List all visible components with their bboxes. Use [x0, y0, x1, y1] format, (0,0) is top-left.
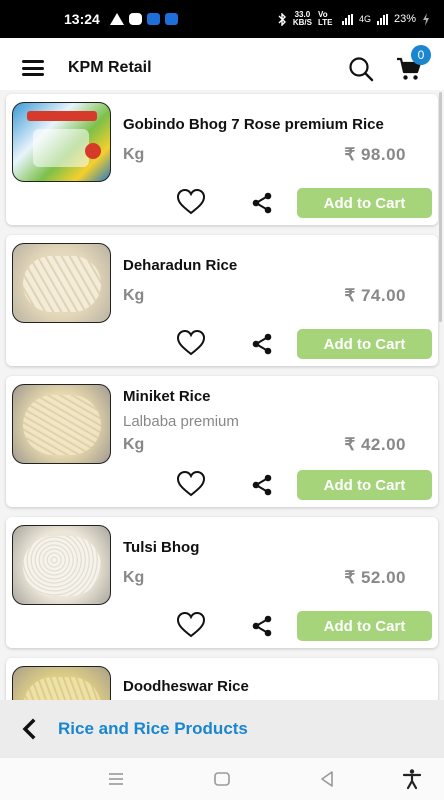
- accessibility-icon[interactable]: [401, 768, 423, 790]
- app-notification-icon: [128, 13, 142, 25]
- product-name[interactable]: Miniket Rice: [123, 388, 211, 405]
- cell-signal-icon: [376, 13, 388, 25]
- product-name[interactable]: Deharadun Rice: [123, 257, 237, 274]
- product-name[interactable]: Gobindo Bhog 7 Rose premium Rice: [123, 116, 384, 133]
- share-icon[interactable]: [250, 473, 274, 497]
- cart-count-badge: 0: [411, 45, 431, 65]
- product-unit: Kg: [123, 569, 145, 586]
- share-icon[interactable]: [250, 191, 274, 215]
- heart-icon[interactable]: [176, 611, 206, 639]
- product-price: ₹ 42.00: [344, 435, 406, 454]
- add-to-cart-button[interactable]: Add to Cart: [297, 188, 432, 218]
- app-bar: KPM Retail 0: [0, 38, 444, 98]
- status-bar: 13:24 33.0 KB/S Vo LTE 4G 23%: [0, 0, 444, 38]
- bluetooth-app-icon: [164, 13, 178, 25]
- product-list[interactable]: Gobindo Bhog 7 Rose premium Rice Kg ₹ 98…: [0, 90, 444, 700]
- nav-home-icon[interactable]: [211, 768, 233, 790]
- heart-icon[interactable]: [176, 329, 206, 357]
- search-icon[interactable]: [348, 56, 374, 82]
- product-card[interactable]: Doodheswar Rice: [6, 658, 438, 700]
- heart-icon[interactable]: [176, 188, 206, 216]
- battery-charging-icon: [423, 12, 429, 26]
- category-title: Rice and Rice Products: [58, 719, 248, 738]
- product-price: ₹ 98.00: [344, 145, 406, 164]
- wifi-signal-icon: [341, 13, 353, 25]
- speed-unit: KB/S: [292, 18, 312, 27]
- product-card[interactable]: Deharadun Rice Kg ₹ 74.00 Add to Cart: [6, 235, 438, 366]
- scrollbar[interactable]: [439, 92, 442, 322]
- product-unit: Kg: [123, 287, 145, 304]
- nav-back-icon[interactable]: [316, 768, 338, 790]
- share-icon[interactable]: [250, 614, 274, 638]
- product-image: [12, 384, 111, 464]
- product-price: ₹ 74.00: [344, 286, 406, 305]
- game-controller-icon: [146, 13, 160, 25]
- warning-icon: [109, 13, 124, 25]
- product-card[interactable]: Miniket Rice Lalbaba premium Kg ₹ 42.00 …: [6, 376, 438, 507]
- product-price: ₹ 52.00: [344, 568, 406, 587]
- volte-label: Vo LTE: [317, 10, 333, 27]
- product-name[interactable]: Doodheswar Rice: [123, 678, 249, 695]
- product-unit: Kg: [123, 436, 145, 453]
- heart-icon[interactable]: [176, 470, 206, 498]
- app-title: KPM Retail: [68, 59, 152, 76]
- product-image: [12, 102, 111, 182]
- network-type: 4G: [358, 14, 371, 24]
- product-image: [12, 243, 111, 323]
- menu-icon[interactable]: [22, 60, 44, 76]
- product-name[interactable]: Tulsi Bhog: [123, 539, 199, 556]
- category-bar: Rice and Rice Products: [0, 700, 444, 758]
- back-arrow-icon[interactable]: [18, 717, 42, 741]
- add-to-cart-button[interactable]: Add to Cart: [297, 470, 432, 500]
- product-image: [12, 525, 111, 605]
- battery-percent: 23%: [393, 13, 416, 25]
- status-right: 33.0 KB/S Vo LTE 4G 23%: [277, 11, 430, 27]
- share-icon[interactable]: [250, 332, 274, 356]
- status-time: 13:24: [64, 11, 100, 27]
- product-card[interactable]: Tulsi Bhog Kg ₹ 52.00 Add to Cart: [6, 517, 438, 648]
- notification-icons: [109, 13, 178, 25]
- bluetooth-icon: [278, 12, 286, 26]
- product-card[interactable]: Gobindo Bhog 7 Rose premium Rice Kg ₹ 98…: [6, 94, 438, 225]
- product-image: [12, 666, 111, 700]
- product-unit: Kg: [123, 146, 145, 163]
- add-to-cart-button[interactable]: Add to Cart: [297, 329, 432, 359]
- add-to-cart-button[interactable]: Add to Cart: [297, 611, 432, 641]
- network-speed: 33.0 KB/S: [293, 11, 312, 27]
- product-subtitle: Lalbaba premium: [123, 413, 239, 430]
- nav-recents-icon[interactable]: [105, 768, 127, 790]
- system-nav-bar: [0, 758, 444, 800]
